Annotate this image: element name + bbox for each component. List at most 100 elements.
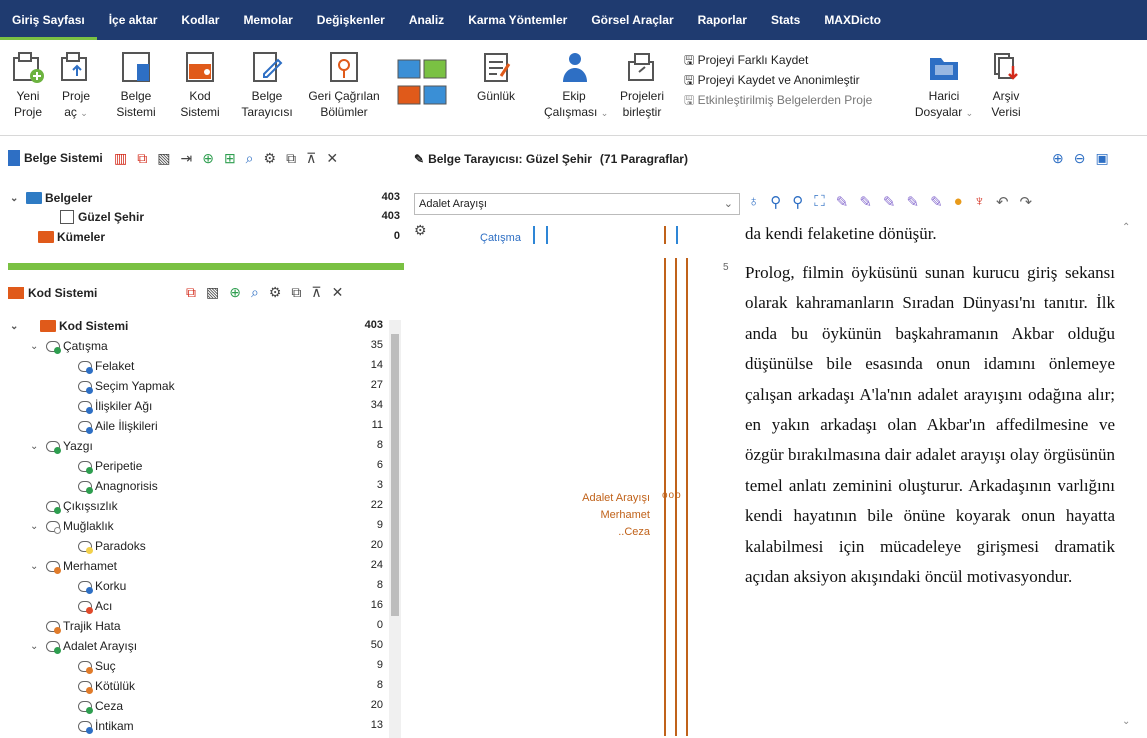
logbook-button[interactable]: Günlük bbox=[472, 50, 520, 104]
merge-projects-button[interactable]: Projeleri birleştir bbox=[614, 50, 670, 120]
redo-code-icon[interactable]: ↷ bbox=[1020, 193, 1033, 211]
zoom-100-icon[interactable]: ▣ bbox=[1095, 150, 1108, 167]
external-files-button[interactable]: Harici Dosyalar ⌄ bbox=[912, 50, 976, 121]
highlighter-5-icon[interactable]: ✎ bbox=[930, 193, 943, 211]
highlighter-2-icon[interactable]: ✎ bbox=[859, 193, 872, 211]
coding-stripe[interactable] bbox=[664, 226, 666, 244]
save-anonymize-button[interactable]: 🖫 Projeyi Kaydet ve Anonimleştir bbox=[684, 70, 872, 90]
chevron-down-icon[interactable]: ⌄ bbox=[30, 561, 46, 572]
highlighter-3-icon[interactable]: ✎ bbox=[883, 193, 896, 211]
tree-row-belgeler[interactable]: ⌄ Belgeler bbox=[10, 188, 92, 208]
code-row[interactable]: Ceza bbox=[78, 696, 123, 716]
close-icon[interactable]: ✕ bbox=[326, 150, 338, 167]
undo-code-icon[interactable]: ↶ bbox=[996, 193, 1009, 211]
highlighter-purple-icon[interactable]: ✎ bbox=[836, 193, 849, 211]
code-row[interactable]: Trajik Hata bbox=[46, 616, 121, 636]
menu-6[interactable]: Karma Yöntemler bbox=[456, 0, 579, 40]
document-browser-button[interactable]: Belge Tarayıcısı bbox=[240, 50, 294, 120]
doc-filter-icon[interactable]: ▧ bbox=[157, 150, 170, 167]
doc-activate-icon[interactable]: ▥ bbox=[114, 150, 127, 167]
menu-7[interactable]: Görsel Araçlar bbox=[579, 0, 685, 40]
menu-9[interactable]: Stats bbox=[759, 0, 812, 40]
undock-icon[interactable]: ⧉ bbox=[291, 284, 301, 301]
menu-5[interactable]: Analiz bbox=[397, 0, 456, 40]
code-row[interactable]: ⌄ Kod Sistemi bbox=[10, 316, 128, 336]
doc-stack-icon[interactable]: ⧉ bbox=[137, 150, 147, 167]
code-row[interactable]: ⌄ Muğlaklık bbox=[30, 516, 114, 536]
code-pin-icon[interactable]: ♁ bbox=[748, 193, 759, 211]
open-project-button[interactable]: Proje aç ⌄ bbox=[56, 50, 96, 121]
code-row[interactable]: Korku bbox=[78, 576, 126, 596]
import-icon[interactable]: ⇥ bbox=[180, 150, 192, 167]
search-icon[interactable]: ⌕ bbox=[246, 150, 254, 167]
code-row[interactable]: Seçim Yapmak bbox=[78, 376, 175, 396]
gear-icon[interactable]: ⚙ bbox=[269, 284, 282, 301]
coding-stripe-ceza[interactable] bbox=[686, 258, 688, 736]
code-row[interactable]: İlişkiler Ağı bbox=[78, 396, 152, 416]
tree-row-kumeler[interactable]: Kümeler bbox=[38, 227, 105, 247]
undock-icon[interactable]: ⧉ bbox=[286, 150, 296, 167]
coding-stripe[interactable] bbox=[533, 226, 535, 244]
code-row[interactable]: Suç bbox=[78, 656, 116, 676]
search-icon[interactable]: ⌕ bbox=[251, 284, 259, 301]
menu-10[interactable]: MAXDicto bbox=[812, 0, 893, 40]
menu-8[interactable]: Raporlar bbox=[686, 0, 759, 40]
coding-stripe[interactable] bbox=[546, 226, 548, 244]
emoticon-icon[interactable]: ● bbox=[954, 193, 963, 211]
tree-row-guzel-sehir[interactable]: Güzel Şehir bbox=[60, 207, 144, 227]
scroll-down-icon[interactable]: ⌄ bbox=[1122, 716, 1130, 727]
code-row[interactable]: İntikam bbox=[78, 716, 134, 736]
code-row[interactable]: Anagnorisis bbox=[78, 476, 158, 496]
zoom-in-icon[interactable]: ⊕ bbox=[1052, 150, 1064, 167]
collapse-icon[interactable]: ⊼ bbox=[306, 150, 316, 167]
new-project-button[interactable]: Yeni Proje bbox=[8, 50, 48, 120]
new-code-icon[interactable]: ⊕ bbox=[229, 284, 241, 301]
code-row[interactable]: Aile İlişkileri bbox=[78, 416, 158, 436]
document-system-button[interactable]: Belge Sistemi bbox=[112, 50, 160, 120]
code-remove-icon[interactable]: ⚲ bbox=[792, 193, 803, 211]
teamwork-button[interactable]: Ekip Çalışması ⌄ bbox=[544, 50, 608, 121]
archive-data-button[interactable]: Arşiv Verisi bbox=[984, 50, 1028, 120]
save-as-button[interactable]: 🖫 Projeyi Farklı Kaydet bbox=[684, 50, 872, 70]
chevron-down-icon[interactable]: ⌄ bbox=[30, 441, 46, 452]
zoom-out-icon[interactable]: ⊖ bbox=[1074, 150, 1086, 167]
stripes-gear-icon[interactable]: ⚙ bbox=[414, 222, 427, 239]
code-system-button[interactable]: Kod Sistemi bbox=[176, 50, 224, 120]
new-folder-icon[interactable]: ⊞ bbox=[224, 150, 236, 167]
code-row[interactable]: Felaket bbox=[78, 356, 134, 376]
code-row[interactable]: Acı bbox=[78, 596, 112, 616]
close-icon[interactable]: ✕ bbox=[332, 284, 344, 301]
code-dropdown[interactable]: Adalet Arayışı ⌄ bbox=[414, 193, 740, 215]
chevron-down-icon[interactable]: ⌄ bbox=[10, 321, 26, 332]
code-row[interactable]: Paradoks bbox=[78, 536, 146, 556]
new-document-icon[interactable]: ⊕ bbox=[202, 150, 214, 167]
symbol-icon[interactable]: ♆ bbox=[974, 193, 985, 211]
layout-grid-buttons[interactable] bbox=[396, 58, 452, 117]
retrieved-segments-button[interactable]: Geri Çağrılan Bölümler bbox=[304, 50, 384, 120]
code-filter-icon[interactable]: ▧ bbox=[206, 284, 219, 301]
coding-stripe[interactable] bbox=[676, 226, 678, 244]
code-row[interactable]: ⌄ Merhamet bbox=[30, 556, 117, 576]
collapse-icon[interactable]: ⊼ bbox=[311, 284, 321, 301]
code-tree-scrollbar[interactable] bbox=[389, 320, 401, 738]
highlighter-4-icon[interactable]: ✎ bbox=[907, 193, 920, 211]
menu-1[interactable]: İçe aktar bbox=[97, 0, 170, 40]
scrollbar-thumb[interactable] bbox=[391, 334, 399, 616]
gear-icon[interactable]: ⚙ bbox=[264, 150, 277, 167]
chevron-down-icon[interactable]: ⌄ bbox=[30, 341, 46, 352]
code-row[interactable]: Kötülük bbox=[78, 676, 135, 696]
code-activate-icon[interactable]: ⧉ bbox=[186, 284, 196, 301]
menu-4[interactable]: Değişkenler bbox=[305, 0, 397, 40]
chevron-down-icon[interactable]: ⌄ bbox=[30, 641, 46, 652]
menu-0[interactable]: Giriş Sayfası bbox=[0, 0, 97, 40]
selection-code-icon[interactable]: ⛶ bbox=[814, 193, 825, 211]
project-from-activated-button[interactable]: 🖫 Etkinleştirilmiş Belgelerden Proje bbox=[684, 90, 872, 110]
code-row[interactable]: ⌄ Çatışma bbox=[30, 336, 108, 356]
scroll-up-icon[interactable]: ⌃ bbox=[1122, 222, 1130, 233]
code-row[interactable]: ⌄ Adalet Arayışı bbox=[30, 636, 137, 656]
chevron-down-icon[interactable]: ⌄ bbox=[10, 193, 26, 204]
code-row[interactable]: ⌄ Yazgı bbox=[30, 436, 93, 456]
chevron-down-icon[interactable]: ⌄ bbox=[30, 521, 46, 532]
menu-3[interactable]: Memolar bbox=[231, 0, 304, 40]
menu-2[interactable]: Kodlar bbox=[169, 0, 231, 40]
